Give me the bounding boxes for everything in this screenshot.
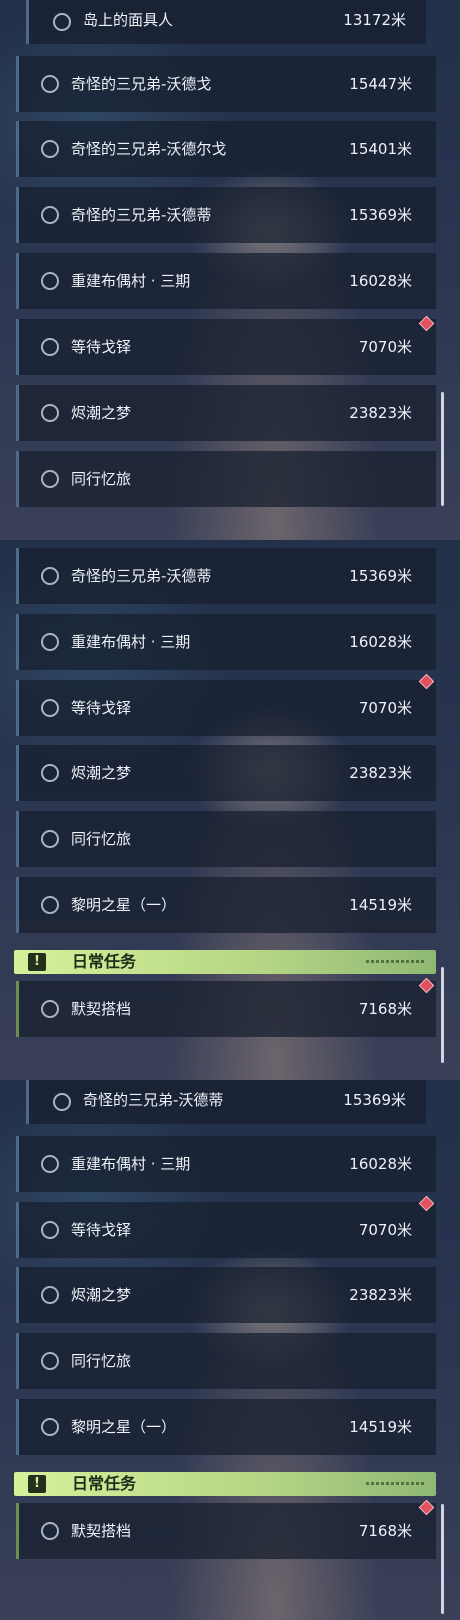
quest-row[interactable]: 同行忆旅 <box>16 451 436 507</box>
quest-distance: 13172米 <box>343 11 406 29</box>
quest-name: 黎明之星（一） <box>71 1418 177 1436</box>
circle-outline-icon <box>41 404 59 422</box>
quest-name: 同行忆旅 <box>71 1352 132 1370</box>
circle-outline-icon <box>53 1093 71 1111</box>
circle-outline-icon <box>41 633 59 651</box>
exclamation-icon: ! <box>28 1475 46 1493</box>
quest-name: 重建布偶村 · 三期 <box>71 633 191 651</box>
section-title: 日常任务 <box>72 952 137 971</box>
quest-name: 同行忆旅 <box>71 470 132 488</box>
circle-outline-icon <box>41 830 59 848</box>
quest-name: 烬潮之梦 <box>71 764 132 782</box>
quest-row[interactable]: 奇怪的三兄弟-沃德蒂 15369米 <box>16 187 436 243</box>
quest-distance: 15369米 <box>349 206 412 224</box>
quest-distance: 7070米 <box>358 1221 412 1239</box>
scrollbar[interactable] <box>441 1504 444 1614</box>
quest-row[interactable]: 等待戈铎 7070米 <box>16 1202 436 1258</box>
daily-quests-header[interactable]: ! 日常任务 <box>14 1472 436 1496</box>
quest-name: 等待戈铎 <box>71 1221 132 1239</box>
quest-name: 奇怪的三兄弟-沃德蒂 <box>71 206 212 224</box>
quest-list-screen-2: 奇怪的三兄弟-沃德蒂 15369米 重建布偶村 · 三期 16028米 等待戈铎… <box>0 540 460 1080</box>
quest-name: 等待戈铎 <box>71 338 132 356</box>
daily-quest-row[interactable]: 默契搭档 7168米 <box>16 981 436 1037</box>
quest-name: 岛上的面具人 <box>83 11 174 29</box>
circle-outline-icon <box>41 1000 59 1018</box>
quest-name: 黎明之星（一） <box>71 896 177 914</box>
quest-name: 奇怪的三兄弟-沃德尔戈 <box>71 140 227 158</box>
quest-distance: 15369米 <box>343 1091 406 1109</box>
quest-row[interactable]: 重建布偶村 · 三期 16028米 <box>16 614 436 670</box>
quest-distance: 16028米 <box>349 272 412 290</box>
circle-outline-icon <box>41 338 59 356</box>
daily-quest-row[interactable]: 默契搭档 7168米 <box>16 1503 436 1559</box>
quest-distance: 14519米 <box>349 1418 412 1436</box>
quest-row[interactable]: 重建布偶村 · 三期 16028米 <box>16 1136 436 1192</box>
quest-row[interactable]: 烬潮之梦 23823米 <box>16 1267 436 1323</box>
quest-name: 等待戈铎 <box>71 699 132 717</box>
circle-outline-icon <box>41 272 59 290</box>
quest-distance: 16028米 <box>349 1155 412 1173</box>
header-decoration <box>366 1482 426 1485</box>
quest-distance: 15401米 <box>349 140 412 158</box>
circle-outline-icon <box>41 1522 59 1540</box>
quest-distance: 23823米 <box>349 1286 412 1304</box>
circle-outline-icon <box>41 206 59 224</box>
quest-row[interactable]: 等待戈铎 7070米 <box>16 680 436 736</box>
quest-name: 烬潮之梦 <box>71 404 132 422</box>
quest-name: 默契搭档 <box>71 1000 132 1018</box>
quest-row[interactable]: 奇怪的三兄弟-沃德尔戈 15401米 <box>16 121 436 177</box>
quest-row[interactable]: 等待戈铎 7070米 <box>16 319 436 375</box>
scrollbar[interactable] <box>441 967 444 1063</box>
quest-name: 烬潮之梦 <box>71 1286 132 1304</box>
quest-distance: 23823米 <box>349 764 412 782</box>
circle-outline-icon <box>41 764 59 782</box>
circle-outline-icon <box>41 567 59 585</box>
quest-row[interactable]: 岛上的面具人 13172米 <box>26 0 426 44</box>
daily-quests-header[interactable]: ! 日常任务 <box>14 950 436 974</box>
circle-outline-icon <box>41 896 59 914</box>
quest-distance: 14519米 <box>349 896 412 914</box>
circle-outline-icon <box>53 13 71 31</box>
quest-row[interactable]: 烬潮之梦 23823米 <box>16 385 436 441</box>
quest-row[interactable]: 奇怪的三兄弟-沃德戈 15447米 <box>16 56 436 112</box>
quest-name: 重建布偶村 · 三期 <box>71 1155 191 1173</box>
quest-name: 同行忆旅 <box>71 830 132 848</box>
exclamation-icon: ! <box>28 953 46 971</box>
quest-name: 奇怪的三兄弟-沃德蒂 <box>71 567 212 585</box>
quest-distance: 23823米 <box>349 404 412 422</box>
quest-name: 奇怪的三兄弟-沃德蒂 <box>83 1091 224 1109</box>
quest-row[interactable]: 黎明之星（一） 14519米 <box>16 877 436 933</box>
quest-distance: 15369米 <box>349 567 412 585</box>
circle-outline-icon <box>41 1418 59 1436</box>
quest-list-screen-1: 岛上的面具人 13172米 奇怪的三兄弟-沃德戈 15447米 奇怪的三兄弟-沃… <box>0 0 460 540</box>
quest-row[interactable]: 重建布偶村 · 三期 16028米 <box>16 253 436 309</box>
circle-outline-icon <box>41 1221 59 1239</box>
circle-outline-icon <box>41 470 59 488</box>
quest-distance: 7070米 <box>358 699 412 717</box>
header-decoration <box>366 960 426 963</box>
quest-row[interactable]: 奇怪的三兄弟-沃德蒂 15369米 <box>16 548 436 604</box>
quest-row[interactable]: 同行忆旅 <box>16 811 436 867</box>
quest-distance: 7070米 <box>358 338 412 356</box>
quest-name: 奇怪的三兄弟-沃德戈 <box>71 75 212 93</box>
quest-distance: 15447米 <box>349 75 412 93</box>
quest-row[interactable]: 黎明之星（一） 14519米 <box>16 1399 436 1455</box>
quest-row[interactable]: 烬潮之梦 23823米 <box>16 745 436 801</box>
quest-distance: 7168米 <box>358 1522 412 1540</box>
circle-outline-icon <box>41 75 59 93</box>
circle-outline-icon <box>41 1286 59 1304</box>
quest-distance: 16028米 <box>349 633 412 651</box>
circle-outline-icon <box>41 699 59 717</box>
quest-row[interactable]: 奇怪的三兄弟-沃德蒂 15369米 <box>26 1080 426 1124</box>
circle-outline-icon <box>41 1352 59 1370</box>
quest-row[interactable]: 同行忆旅 <box>16 1333 436 1389</box>
quest-name: 默契搭档 <box>71 1522 132 1540</box>
circle-outline-icon <box>41 140 59 158</box>
circle-outline-icon <box>41 1155 59 1173</box>
section-title: 日常任务 <box>72 1474 137 1493</box>
quest-name: 重建布偶村 · 三期 <box>71 272 191 290</box>
quest-distance: 7168米 <box>358 1000 412 1018</box>
quest-list-screen-3: 奇怪的三兄弟-沃德蒂 15369米 重建布偶村 · 三期 16028米 等待戈铎… <box>0 1080 460 1620</box>
scrollbar[interactable] <box>441 392 444 506</box>
